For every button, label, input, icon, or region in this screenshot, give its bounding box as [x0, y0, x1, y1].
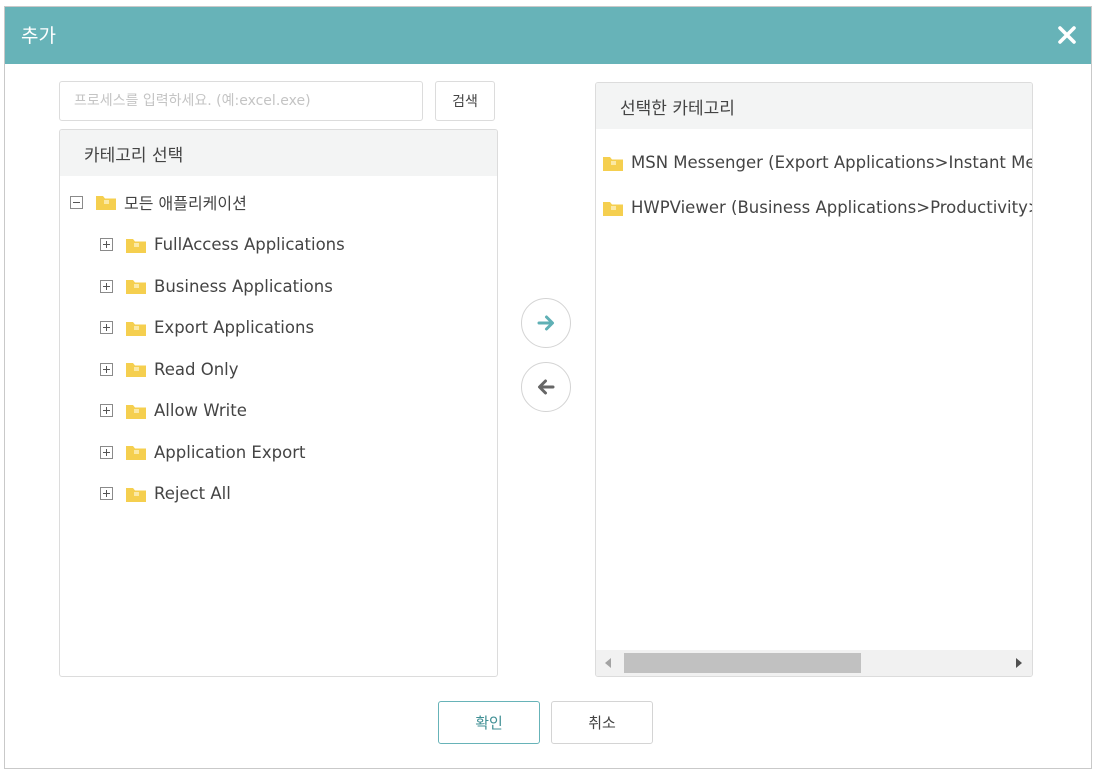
folder-icon [126, 487, 146, 502]
tree-item[interactable]: Application Export [60, 432, 497, 474]
folder-icon [126, 446, 146, 461]
tree-item-label: Reject All [154, 484, 231, 504]
folder-icon [126, 321, 146, 336]
tree-item[interactable]: Read Only [60, 349, 497, 391]
tree-root-label: 모든 애플리케이션 [124, 194, 247, 213]
selected-item-label: HWPViewer (Business Applications>Product… [631, 198, 1033, 217]
expand-toggle-icon[interactable] [100, 404, 113, 418]
tree-item-label: Export Applications [154, 318, 315, 338]
selected-category-list: MSN Messenger (Export Applications>Insta… [596, 129, 1032, 230]
tree-item-label: Business Applications [154, 276, 333, 296]
folder-icon [603, 201, 623, 216]
folder-icon [96, 196, 116, 210]
process-search-input[interactable] [59, 81, 423, 121]
category-select-panel: 카테고리 선택 모든 애플리케이션 FullAccess Application… [59, 129, 498, 677]
close-button[interactable] [1049, 17, 1085, 53]
tree-item-label: Application Export [154, 442, 306, 462]
tree-item[interactable]: Business Applications [60, 266, 497, 308]
selected-category-item[interactable]: MSN Messenger (Export Applications>Insta… [596, 140, 1032, 185]
tree-item[interactable]: Allow Write [60, 390, 497, 432]
arrow-left-icon [538, 379, 555, 395]
horizontal-scrollbar[interactable] [596, 650, 1032, 676]
dialog-title: 추가 [21, 25, 56, 47]
expand-toggle-icon[interactable] [100, 279, 113, 293]
expand-toggle-icon[interactable] [100, 321, 113, 335]
search-button[interactable]: 검색 [435, 81, 495, 121]
folder-icon [603, 156, 623, 171]
tree-item-label: Read Only [154, 359, 239, 379]
tree-item[interactable]: FullAccess Applications [60, 224, 497, 266]
selected-category-panel: 선택한 카테고리 MSN Messenger (Export Applicati… [595, 82, 1033, 677]
folder-icon [126, 363, 146, 378]
expand-toggle-icon[interactable] [100, 238, 113, 252]
category-tree: 모든 애플리케이션 FullAccess Applications Busines… [60, 176, 497, 515]
expand-toggle-icon[interactable] [100, 362, 113, 376]
collapse-toggle-icon[interactable] [70, 195, 83, 209]
selected-item-label: MSN Messenger (Export Applications>Insta… [631, 153, 1033, 172]
close-icon [1058, 26, 1076, 44]
scroll-right-icon[interactable] [1016, 658, 1022, 668]
folder-icon [126, 238, 146, 253]
expand-toggle-icon[interactable] [100, 445, 113, 459]
folder-icon [126, 280, 146, 295]
dialog-titlebar: 추가 [5, 7, 1091, 64]
tree-item-label: FullAccess Applications [154, 235, 345, 255]
selected-category-item[interactable]: HWPViewer (Business Applications>Product… [596, 185, 1032, 230]
expand-toggle-icon[interactable] [100, 487, 113, 501]
add-to-selected-button[interactable] [521, 298, 571, 348]
tree-item[interactable]: Export Applications [60, 307, 497, 349]
tree-item[interactable]: Reject All [60, 473, 497, 515]
confirm-button[interactable]: 확인 [438, 701, 540, 744]
remove-from-selected-button[interactable] [521, 362, 571, 412]
cancel-button[interactable]: 취소 [551, 701, 653, 744]
arrow-right-icon [537, 315, 554, 331]
folder-icon [126, 404, 146, 419]
scroll-left-icon[interactable] [605, 658, 611, 668]
tree-item-label: Allow Write [154, 401, 247, 421]
category-panel-header: 카테고리 선택 [60, 130, 497, 176]
tree-root-all-applications[interactable]: 모든 애플리케이션 [60, 180, 497, 224]
scrollbar-thumb[interactable] [624, 653, 861, 673]
selected-panel-header: 선택한 카테고리 [596, 83, 1032, 129]
